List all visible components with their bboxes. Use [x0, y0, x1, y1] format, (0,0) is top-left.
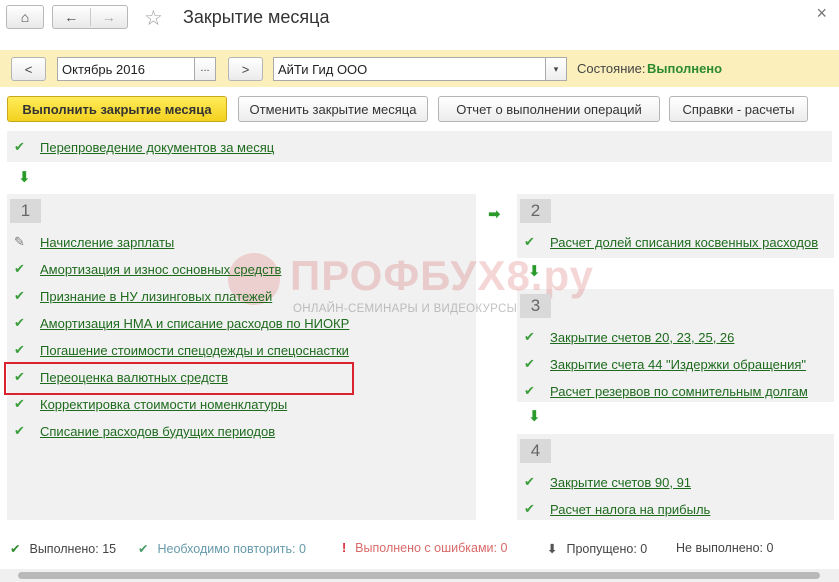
stat-skipped: ⬇ Пропущено: 0 [547, 541, 648, 557]
arrow-down-icon: ⬇ [528, 263, 541, 280]
list-item: ✔ Расчет долей списания косвенных расход… [524, 234, 818, 250]
operation-link[interactable]: Расчет долей списания косвенных расходов [550, 235, 818, 250]
check-icon: ✔ [14, 315, 25, 330]
list-item: ✔ Признание в НУ лизинговых платежей [14, 288, 272, 304]
highlight-frame [4, 362, 354, 395]
list-item: ✔ Закрытие счета 44 "Издержки обращения" [524, 356, 806, 372]
list-item: ✔ Расчет резервов по сомнительным долгам [524, 383, 808, 399]
arrow-left-icon: ← [64, 9, 79, 25]
group-number: 1 [10, 199, 41, 223]
status-value: Выполнено [647, 61, 723, 76]
references-button[interactable]: Справки - расчеты [669, 96, 808, 122]
title-bar: ⌂ ← → ☆ Закрытие месяца × [0, 0, 839, 38]
check-icon: ✔ [14, 139, 25, 154]
operation-link[interactable]: Амортизация и износ основных средств [40, 262, 281, 277]
group-number: 2 [520, 199, 551, 223]
previous-period-button[interactable]: < [11, 57, 46, 81]
horizontal-scrollbar[interactable] [0, 569, 839, 582]
check-icon: ✔ [524, 329, 535, 344]
operation-link[interactable]: Погашение стоимости спецодежды и спецосн… [40, 343, 349, 358]
period-picker-button[interactable]: ... [194, 57, 216, 81]
list-item: ✔ Закрытие счетов 20, 23, 25, 26 [524, 329, 734, 345]
check-icon: ✔ [524, 234, 535, 249]
operation-link[interactable]: Признание в НУ лизинговых платежей [40, 289, 272, 304]
organization-field[interactable]: АйТи Гид ООО [273, 57, 546, 81]
next-period-button[interactable]: > [228, 57, 263, 81]
operation-link[interactable]: Закрытие счета 44 "Издержки обращения" [550, 357, 806, 372]
stat-repeat-text: Необходимо повторить: 0 [157, 541, 306, 556]
check-icon: ✔ [524, 474, 535, 489]
check-icon: ✔ [524, 501, 535, 516]
group-number: 3 [520, 294, 551, 318]
check-icon: ✔ [14, 423, 25, 438]
stat-repeat: ✔ Необходимо повторить: 0 [138, 541, 306, 557]
operation-link[interactable]: Списание расходов будущих периодов [40, 424, 275, 439]
group-number: 4 [520, 439, 551, 463]
operation-link[interactable]: Амортизация НМА и списание расходов по Н… [40, 316, 349, 331]
status-label: Состояние: [577, 61, 646, 76]
operation-link[interactable]: Перепроведение документов за месяц [40, 140, 274, 155]
history-navigation: ← → [52, 5, 128, 29]
stat-not-done-text: Не выполнено: 0 [676, 541, 774, 555]
scrollbar-thumb[interactable] [18, 572, 820, 579]
operations-report-button[interactable]: Отчет о выполнении операций [438, 96, 660, 122]
list-item: ✔ Погашение стоимости спецодежды и спецо… [14, 342, 349, 358]
arrow-down-icon: ⬇ [18, 169, 31, 186]
period-field[interactable]: Октябрь 2016 [57, 57, 195, 81]
stat-errors: ! Выполнено с ошибками: 0 [342, 541, 507, 555]
check-icon: ✔ [10, 542, 21, 556]
forward-button[interactable]: → [91, 6, 128, 28]
list-item: ✔ Списание расходов будущих периодов [14, 423, 275, 439]
operation-reposting: ✔ Перепроведение документов за месяц [14, 139, 274, 155]
page-title: Закрытие месяца [183, 7, 330, 27]
check-icon: ✔ [524, 356, 535, 371]
back-button[interactable]: ← [53, 6, 90, 28]
stat-errors-text: Выполнено с ошибками: 0 [355, 541, 508, 555]
home-icon: ⌂ [20, 9, 30, 25]
operation-link[interactable]: Закрытие счетов 20, 23, 25, 26 [550, 330, 734, 345]
list-item: ✎ Начисление зарплаты [14, 234, 174, 250]
operation-link[interactable]: Начисление зарплаты [40, 235, 174, 250]
close-icon[interactable]: × [816, 3, 827, 24]
stat-skipped-text: Пропущено: 0 [566, 541, 648, 556]
stat-done: ✔ Выполнено: 15 [10, 541, 117, 557]
list-item: ✔ Амортизация и износ основных средств [14, 261, 281, 277]
check-icon: ✔ [14, 261, 25, 276]
execute-month-close-button[interactable]: Выполнить закрытие месяца [7, 96, 227, 122]
check-icon: ✔ [14, 288, 25, 303]
operation-link[interactable]: Расчет резервов по сомнительным долгам [550, 384, 808, 399]
arrow-down-icon: ⬇ [528, 408, 541, 425]
watermark-subtitle: ОНЛАЙН-СЕМИНАРЫ И ВИДЕОКУРСЫ 1С:8 [293, 303, 547, 315]
operation-link[interactable]: Расчет налога на прибыль [550, 502, 710, 517]
operation-link[interactable]: Закрытие счетов 90, 91 [550, 475, 691, 490]
chevron-down-icon[interactable]: ▾ [545, 57, 567, 81]
list-item: ✔ Амортизация НМА и списание расходов по… [14, 315, 349, 331]
exclamation-icon: ! [342, 541, 347, 555]
check-icon: ✔ [138, 542, 149, 556]
check-icon: ✔ [14, 342, 25, 357]
stat-done-text: Выполнено: 15 [29, 541, 117, 556]
list-item: ✔ Закрытие счетов 90, 91 [524, 474, 691, 490]
check-icon: ✔ [14, 396, 25, 411]
watermark-title: ПРОФБУХ8.ру [290, 252, 594, 299]
cancel-month-close-button[interactable]: Отменить закрытие месяца [238, 96, 428, 122]
arrow-right-icon: ➡ [488, 206, 501, 223]
home-button[interactable]: ⌂ [6, 5, 44, 29]
list-item: ✔ Корректировка стоимости номенклатуры [14, 396, 287, 412]
arrow-down-icon: ⬇ [547, 542, 558, 556]
check-icon: ✔ [524, 383, 535, 398]
list-item: ✔ Расчет налога на прибыль [524, 501, 710, 517]
edit-check-icon: ✎ [14, 234, 25, 249]
stat-not-done: Не выполнено: 0 [676, 541, 773, 555]
star-icon[interactable]: ☆ [144, 6, 163, 31]
arrow-right-icon: → [101, 9, 116, 25]
operation-link[interactable]: Корректировка стоимости номенклатуры [40, 397, 287, 412]
